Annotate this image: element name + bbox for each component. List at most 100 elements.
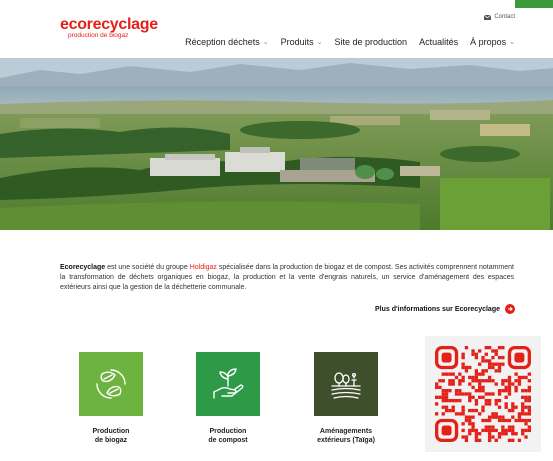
qr-module — [527, 398, 531, 403]
qr-code-panel[interactable] — [425, 336, 541, 452]
service-amenagements[interactable]: Aménagements extérieurs (Taïga) — [291, 352, 401, 445]
qr-module — [474, 398, 479, 403]
qr-module — [491, 392, 495, 396]
qr-module — [448, 382, 452, 386]
qr-module — [497, 369, 502, 373]
chevron-down-icon: ⌄ — [316, 39, 323, 46]
qr-module — [491, 412, 495, 416]
qr-module — [461, 375, 465, 380]
qr-module — [468, 415, 472, 419]
qr-module — [514, 379, 518, 383]
qr-module — [501, 418, 505, 423]
qr-module — [497, 418, 502, 423]
qr-module — [501, 415, 505, 419]
qr-module — [471, 428, 475, 433]
qr-module — [487, 375, 492, 380]
nav-item-produits[interactable]: Produits ⌄ — [281, 37, 323, 47]
qr-module — [487, 438, 492, 442]
qr-module — [487, 435, 492, 439]
nav-label: Réception déchets — [185, 37, 260, 47]
qr-module — [441, 398, 445, 403]
qr-module — [504, 418, 508, 423]
qr-module — [504, 385, 508, 390]
qr-module — [474, 432, 479, 436]
qr-module — [451, 372, 455, 376]
qr-module — [514, 405, 518, 409]
qr-module — [468, 395, 472, 399]
qr-module — [527, 425, 531, 429]
qr-module — [527, 428, 531, 433]
qr-module — [474, 352, 479, 356]
contact-label: Contact — [494, 14, 515, 20]
qr-module — [507, 389, 512, 393]
qr-module — [527, 405, 531, 409]
qr-module — [435, 382, 439, 386]
qr-module — [478, 379, 482, 383]
more-info-link[interactable]: Plus d'informations sur Ecorecyclage — [375, 304, 515, 314]
nav-item-reception-dechets[interactable]: Réception déchets ⌄ — [185, 37, 268, 47]
qr-module — [481, 369, 485, 373]
qr-module — [524, 395, 528, 399]
qr-module — [507, 418, 512, 423]
qr-module — [524, 435, 528, 439]
qr-module — [497, 365, 502, 370]
service-compost[interactable]: Production de compost — [173, 352, 283, 445]
qr-module — [501, 425, 505, 429]
qr-module — [504, 405, 508, 409]
qr-module — [487, 425, 492, 429]
qr-module — [524, 428, 528, 433]
qr-module — [444, 372, 449, 376]
qr-module — [487, 346, 492, 350]
qr-module — [481, 389, 485, 393]
qr-module — [494, 349, 498, 353]
qr-module — [484, 346, 488, 350]
qr-module — [491, 365, 495, 370]
qr-module — [521, 405, 525, 409]
qr-module — [441, 412, 445, 416]
qr-module — [501, 432, 505, 436]
nav-item-a-propos[interactable]: À propos ⌄ — [470, 37, 515, 47]
qr-module — [507, 428, 512, 433]
qr-module — [521, 432, 525, 436]
nav-item-site-de-production[interactable]: Site de production — [335, 37, 408, 47]
nav-item-actualites[interactable]: Actualités — [419, 37, 458, 47]
qr-module — [484, 352, 488, 356]
qr-module — [507, 438, 512, 442]
qr-module — [474, 435, 479, 439]
logo[interactable]: ecorecyclage production de biogaz — [60, 17, 158, 40]
qr-module — [461, 352, 465, 356]
nav-label: Actualités — [419, 37, 459, 47]
qr-module — [471, 385, 475, 390]
qr-module — [478, 438, 482, 442]
qr-module — [458, 389, 462, 393]
qr-module — [507, 425, 512, 429]
qr-module — [448, 379, 452, 383]
qr-module — [507, 382, 512, 386]
qr-module — [497, 346, 502, 350]
qr-module — [517, 438, 522, 442]
intro-text-1: est une société du groupe — [105, 264, 190, 271]
qr-module — [474, 389, 479, 393]
qr-module — [478, 385, 482, 390]
qr-module — [435, 412, 439, 416]
hand-plant-icon — [213, 368, 244, 399]
qr-module — [441, 372, 445, 376]
service-label: Production de compost — [173, 427, 283, 445]
group-link[interactable]: Holdigaz — [190, 264, 217, 271]
nav-label: Produits — [280, 37, 314, 47]
qr-module — [478, 372, 482, 376]
qr-module — [474, 379, 479, 383]
qr-module — [454, 392, 459, 396]
qr-module — [501, 382, 505, 386]
qr-module — [478, 432, 482, 436]
qr-module — [527, 372, 531, 376]
nav-label: Site de production — [334, 37, 408, 47]
qr-module — [514, 372, 518, 376]
qr-module — [527, 408, 531, 413]
service-label: Aménagements extérieurs (Taïga) — [291, 427, 401, 445]
service-biogaz[interactable]: Production de biogaz — [56, 352, 166, 445]
qr-module — [507, 379, 512, 383]
qr-module — [474, 375, 479, 380]
contact-link[interactable]: Contact — [484, 14, 515, 20]
qr-module — [441, 395, 445, 399]
